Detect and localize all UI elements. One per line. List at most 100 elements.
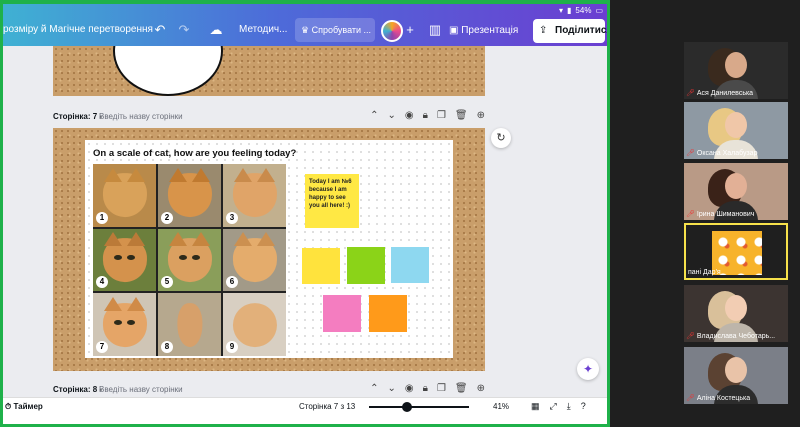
cat-number: 6 [226,276,238,289]
present-icon: ▣ [449,25,462,36]
magic-assistant-icon[interactable]: ✦ [577,358,599,380]
duplicate-icon[interactable]: ❐ [437,110,446,121]
sticky-note-blue[interactable] [391,247,429,283]
try-pro-label: Спробувати ... [311,25,372,35]
cat-number: 3 [226,211,238,224]
cat-photo: 9 [223,293,286,356]
page-8-header: Сторінка: 8 - Введіть назву сторінки ⌃ ⌄… [53,382,485,398]
download-icon[interactable]: ⤓ [567,401,571,412]
cat-photo-grid: 1 2 3 4 5 6 7 8 9 [93,164,286,356]
cat-photo: 7 [93,293,156,356]
participant-name: Владислава Чеботарь... [696,332,776,340]
page-8-title-input[interactable]: Введіть назву сторінки [99,385,183,394]
cat-photo: 6 [223,228,286,292]
sticky-note-pink[interactable] [323,295,361,332]
battery-level: 54% [575,6,592,15]
page-8-tools: ⌃ ⌄ ◉ 🔒︎ ❐ 🗑︎ ⊕ [370,383,485,394]
cat-number: 9 [226,341,238,353]
circle-shape [113,46,223,96]
timer-button[interactable]: ⏱ Таймер [5,402,43,412]
fullscreen-icon[interactable]: ⤢ [550,401,557,412]
canva-toolbar: ▾ ▮ 54% ▭ розміру й Магічне перетворення… [3,4,607,46]
cat-photo: 4 [93,228,156,292]
cat-photo: 1 [93,164,156,227]
zoom-slider-handle[interactable] [402,402,412,412]
sticky-note-yellow[interactable] [302,248,340,284]
whiteboard-title: On a scale of cat, how are you feeling t… [93,148,297,159]
chevron-up-icon[interactable]: ⌃ [370,110,378,121]
sticky-note-orange[interactable] [369,295,407,332]
refresh-icon[interactable]: ↻ [491,128,511,148]
muted-mic-icon: 🎤︎ [686,333,695,340]
hide-icon[interactable]: ◉ [405,110,414,121]
insights-icon[interactable]: ▥ [426,21,444,39]
participant-tile[interactable]: 🎤︎ Аліна Костецька [684,347,788,404]
page-7-title-input[interactable]: Введіть назву сторінки [99,112,183,121]
muted-mic-icon: 🎤︎ [686,90,695,97]
cloud-save-icon[interactable]: ☁ [207,21,225,39]
system-status: ▾ ▮ 54% ▭ [559,6,603,15]
cat-photo: 3 [223,164,286,227]
add-page-icon[interactable]: ⊕ [477,110,485,121]
bottom-strip [3,415,607,424]
timer-label: Таймер [13,402,43,411]
undo-icon[interactable]: ↶ [151,21,169,39]
participant-name: Ася Данилевська [696,89,754,97]
zoom-value[interactable]: 41% [493,402,509,411]
canva-bottom-bar: ⏱ Таймер Сторінка 7 з 13 41% ▦ ⤢ ⤓ ? [3,397,607,415]
cat-number: 5 [161,276,173,289]
chevron-down-icon[interactable]: ⌄ [387,110,395,121]
redo-icon[interactable]: ↷ [175,21,193,39]
battery-icon: ▭ [595,6,603,15]
shared-screen: ▾ ▮ 54% ▭ розміру й Магічне перетворення… [0,0,610,427]
cat-photo: 5 [158,228,221,292]
previous-page-preview[interactable] [53,46,485,96]
whiteboard[interactable]: On a scale of cat, how are you feeling t… [85,140,453,358]
participant-name: Аліна Костецька [696,394,751,402]
muted-mic-icon: 🎤︎ [686,395,695,402]
zoom-slider[interactable] [369,406,469,408]
try-pro-button[interactable]: ♛ Спробувати ... [295,18,375,42]
participant-tile[interactable]: 🎤︎ Ася Данилевська [684,42,788,99]
participant-tile[interactable]: 🎤︎ Оксана Халабузар [684,102,788,159]
participant-tile-active-speaker[interactable]: пані Дар'я [684,223,788,280]
lock-icon[interactable]: 🔒︎ [423,383,428,394]
share-label: Поділитися [555,25,610,36]
cat-number: 4 [96,276,108,289]
participant-tile[interactable]: 🎤︎ Ірина Шиманович [684,163,788,220]
cat-number: 1 [96,211,108,224]
cat-photo: 8 [158,293,221,356]
page-7-header: Сторінка: 7 - Введіть назву сторінки ⌃ ⌄… [53,109,485,125]
share-icon: ⇪ [539,25,548,36]
grid-view-icon[interactable]: ▦ [531,401,540,412]
zoom-meeting-window: ▾ ▮ 54% ▭ розміру й Магічне перетворення… [0,0,800,427]
cat-photo: 2 [158,164,221,227]
sticky-note-main[interactable]: Today I am №6 because I am happy to see … [305,174,359,228]
plus-icon[interactable]: + [401,21,419,39]
cat-number: 2 [161,211,173,224]
page-tools: ⌃ ⌄ ◉ 🔒︎ ❐ 🗑︎ ⊕ [370,110,485,121]
present-button[interactable]: ▣ Презентація [449,19,525,43]
palette-avatar[interactable] [381,20,403,42]
trash-icon[interactable]: 🗑︎ [455,110,468,121]
chevron-down-icon[interactable]: ⌄ [387,383,395,394]
page-counter[interactable]: Сторінка 7 з 13 [299,402,355,411]
page-7-canvas[interactable]: On a scale of cat, how are you feeling t… [53,128,485,371]
project-title[interactable]: Методич... [239,24,287,35]
chevron-up-icon[interactable]: ⌃ [370,383,378,394]
participant-tile[interactable]: 🎤︎ Владислава Чеботарь... [684,285,788,342]
page-7-label: Сторінка: 7 - [53,112,103,121]
hide-icon[interactable]: ◉ [405,383,414,394]
resize-menu[interactable]: розміру й Магічне перетворення [3,24,153,35]
help-icon[interactable]: ? [581,401,586,412]
muted-mic-icon: 🎤︎ [686,150,695,157]
sticky-note-green[interactable] [347,247,385,284]
duplicate-icon[interactable]: ❐ [437,383,446,394]
crown-icon: ♛ [301,25,312,35]
participant-name: Ірина Шиманович [696,210,755,218]
lock-icon[interactable]: 🔒︎ [423,110,428,121]
trash-icon[interactable]: 🗑︎ [455,383,468,394]
share-button[interactable]: ⇪ Поділитися [533,19,607,43]
add-page-icon[interactable]: ⊕ [477,383,485,394]
editor-canvas[interactable]: Сторінка: 7 - Введіть назву сторінки ⌃ ⌄… [3,46,607,398]
